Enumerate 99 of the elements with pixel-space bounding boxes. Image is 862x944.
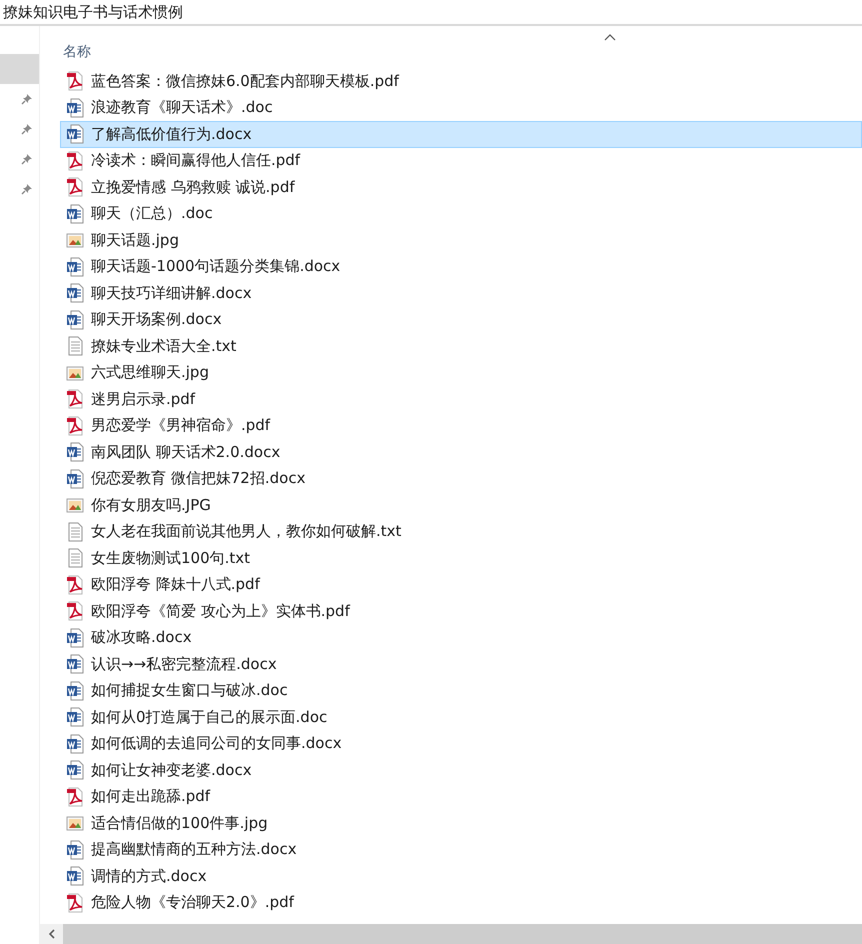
file-name: 南风团队 聊天话术2.0.docx: [91, 442, 280, 462]
text-file-icon: [66, 548, 84, 568]
file-name: 聊天话题.jpg: [91, 230, 179, 250]
pin-icon[interactable]: [21, 183, 33, 195]
file-name: 六式思维聊天.jpg: [91, 363, 209, 382]
pdf-file-icon: [66, 574, 84, 595]
file-row[interactable]: 你有女朋友吗.JPG: [60, 492, 862, 518]
pdf-file-icon: [66, 416, 84, 436]
file-row[interactable]: 如何捕捉女生窗口与破冰.doc: [60, 678, 862, 704]
file-name: 迷男启示录.pdf: [91, 390, 196, 409]
file-row[interactable]: 南风团队 聊天话术2.0.docx: [60, 439, 862, 466]
scrollbar-thumb[interactable]: [63, 924, 862, 944]
file-name: 女人老在我面前说其他男人，教你如何破解.txt: [91, 522, 402, 542]
file-row[interactable]: 男恋爱学《男神宿命》.pdf: [60, 412, 862, 439]
file-name: 聊天技巧详细讲解.docx: [91, 284, 252, 303]
word-file-icon: [66, 760, 84, 780]
pin-icon[interactable]: [21, 153, 33, 165]
file-row[interactable]: 欧阳浮夸 降妹十八式.pdf: [60, 572, 862, 598]
pdf-file-icon: [66, 71, 84, 92]
pdf-file-icon: [66, 786, 84, 807]
file-name: 你有女朋友吗.JPG: [91, 496, 211, 515]
word-file-icon: [66, 310, 84, 330]
file-name: 危险人物《专治聊天2.0》.pdf: [91, 893, 294, 912]
text-file-icon: [66, 336, 84, 356]
file-row[interactable]: 浪迹教育《聊天话术》.doc: [60, 94, 862, 121]
file-row[interactable]: 破冰攻略.docx: [60, 624, 862, 651]
word-file-icon: [66, 256, 84, 277]
pdf-file-icon: [66, 389, 84, 410]
file-row[interactable]: 调情的方式.docx: [60, 863, 862, 890]
file-name: 立挽爱情感 乌鸦救赎 诚说.pdf: [91, 178, 295, 197]
file-row[interactable]: 立挽爱情感 乌鸦救赎 诚说.pdf: [60, 174, 862, 200]
pin-icon[interactable]: [21, 93, 33, 105]
file-row[interactable]: 聊天话题-1000句话题分类集锦.docx: [60, 254, 862, 280]
file-row[interactable]: 提高幽默情商的五种方法.docx: [60, 836, 862, 863]
file-name: 撩妹专业术语大全.txt: [91, 336, 236, 356]
file-name: 浪迹教育《聊天话术》.doc: [91, 98, 273, 118]
file-row[interactable]: 六式思维聊天.jpg: [60, 360, 862, 386]
file-name: 破冰攻略.docx: [91, 628, 192, 648]
file-row[interactable]: 了解高低价值行为.docx: [60, 121, 862, 148]
file-name: 冷读术：瞬间赢得他人信任.pdf: [91, 151, 300, 170]
file-name: 认识→→私密完整流程.docx: [91, 654, 277, 674]
file-name: 适合情侣做的100件事.jpg: [91, 814, 268, 833]
file-row[interactable]: 女生废物测试100句.txt: [60, 545, 862, 572]
file-row[interactable]: 迷男启示录.pdf: [60, 386, 862, 412]
file-row[interactable]: 冷读术：瞬间赢得他人信任.pdf: [60, 148, 862, 174]
word-file-icon: [66, 98, 84, 118]
file-name: 聊天（汇总）.doc: [91, 204, 213, 224]
pdf-file-icon: [66, 601, 84, 622]
file-row[interactable]: 女人老在我面前说其他男人，教你如何破解.txt: [60, 518, 862, 545]
file-row[interactable]: 危险人物《专治聊天2.0》.pdf: [60, 890, 862, 916]
file-row[interactable]: 撩妹专业术语大全.txt: [60, 333, 862, 360]
word-file-icon: [66, 866, 84, 886]
column-header[interactable]: 名称: [63, 43, 91, 61]
file-row[interactable]: 欧阳浮夸《简爱 攻心为上》实体书.pdf: [60, 598, 862, 624]
file-name: 调情的方式.docx: [91, 866, 207, 886]
pin-icon[interactable]: [21, 123, 33, 135]
file-name: 如何从0打造属于自己的展示面.doc: [91, 708, 328, 727]
file-name: 蓝色答案：微信撩妹6.0配套内部聊天模板.pdf: [91, 72, 399, 91]
word-file-icon: [66, 283, 84, 304]
file-row[interactable]: 如何从0打造属于自己的展示面.doc: [60, 704, 862, 730]
file-name: 聊天开场案例.docx: [91, 310, 222, 330]
file-name: 欧阳浮夸 降妹十八式.pdf: [91, 575, 260, 594]
word-file-icon: [66, 124, 84, 144]
file-name: 如何让女神变老婆.docx: [91, 760, 252, 780]
file-row[interactable]: 如何走出跪舔.pdf: [60, 784, 862, 810]
file-name: 男恋爱学《男神宿命》.pdf: [91, 416, 270, 436]
word-file-icon: [66, 680, 84, 701]
pdf-file-icon: [66, 892, 84, 913]
word-file-icon: [66, 654, 84, 674]
word-file-icon: [66, 468, 84, 489]
file-name: 如何捕捉女生窗口与破冰.doc: [91, 681, 288, 700]
file-row[interactable]: 认识→→私密完整流程.docx: [60, 651, 862, 678]
pdf-file-icon: [66, 150, 84, 171]
file-row[interactable]: 如何让女神变老婆.docx: [60, 757, 862, 784]
file-row[interactable]: 聊天开场案例.docx: [60, 306, 862, 333]
file-name: 女生废物测试100句.txt: [91, 548, 250, 568]
word-file-icon: [66, 628, 84, 648]
file-row[interactable]: 聊天话题.jpg: [60, 227, 862, 254]
file-name: 提高幽默情商的五种方法.docx: [91, 840, 297, 860]
file-row[interactable]: 蓝色答案：微信撩妹6.0配套内部聊天模板.pdf: [60, 68, 862, 94]
file-row[interactable]: 适合情侣做的100件事.jpg: [60, 810, 862, 836]
file-row[interactable]: 如何低调的去追同公司的女同事.docx: [60, 730, 862, 757]
word-file-icon: [66, 734, 84, 754]
word-file-icon: [66, 840, 84, 860]
file-name: 聊天话题-1000句话题分类集锦.docx: [91, 257, 340, 276]
pdf-file-icon: [66, 177, 84, 198]
file-name: 欧阳浮夸《简爱 攻心为上》实体书.pdf: [91, 602, 350, 621]
word-file-icon: [66, 707, 84, 728]
file-name: 如何低调的去追同公司的女同事.docx: [91, 734, 342, 754]
file-row[interactable]: 聊天技巧详细讲解.docx: [60, 280, 862, 306]
file-name: 了解高低价值行为.docx: [91, 124, 252, 144]
window-title: 撩妹知识电子书与话术惯例: [3, 3, 183, 21]
text-file-icon: [66, 522, 84, 542]
word-file-icon: [66, 204, 84, 224]
file-row[interactable]: 聊天（汇总）.doc: [60, 200, 862, 227]
file-name: 倪恋爱教育 微信把妹72招.docx: [91, 469, 306, 488]
file-row[interactable]: 倪恋爱教育 微信把妹72招.docx: [60, 466, 862, 492]
word-file-icon: [66, 442, 84, 462]
file-name: 如何走出跪舔.pdf: [91, 787, 210, 806]
